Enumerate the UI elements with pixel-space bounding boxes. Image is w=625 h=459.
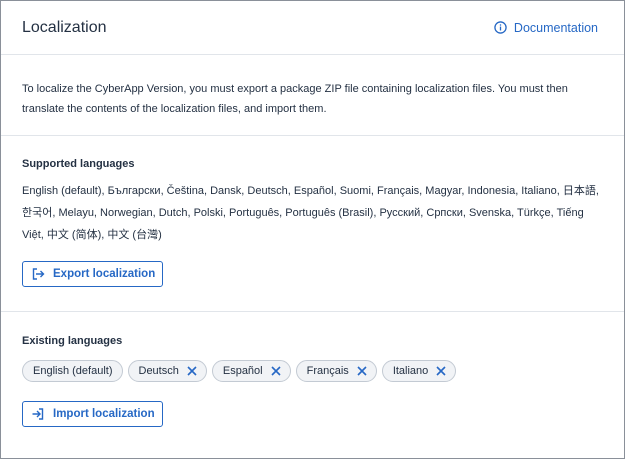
chip-label: Italiano — [392, 365, 429, 377]
page-title: Localization — [22, 18, 107, 36]
chip-label: Español — [222, 365, 263, 377]
chip-label: Deutsch — [138, 365, 179, 377]
existing-languages-title: Existing languages — [22, 335, 123, 347]
documentation-link[interactable]: Documentation — [494, 21, 598, 35]
language-chip-espanol: Español — [211, 360, 291, 382]
info-circle-icon — [494, 21, 507, 34]
card-header: Localization Documentation — [1, 1, 624, 55]
intro-text: To localize the CyberApp Version, you mu… — [22, 83, 568, 115]
documentation-label: Documentation — [513, 20, 598, 35]
language-chip-italiano: Italiano — [381, 360, 457, 382]
close-icon[interactable] — [271, 366, 281, 376]
language-chip-english: English (default) — [22, 360, 123, 382]
existing-languages-section: Existing languages English (default) Deu… — [1, 312, 624, 427]
chip-label: English (default) — [33, 365, 113, 377]
close-icon[interactable] — [187, 366, 197, 376]
language-chip-deutsch: Deutsch — [127, 360, 207, 382]
language-chip-francais: Français — [295, 360, 377, 382]
intro-section: To localize the CyberApp Version, you mu… — [1, 55, 624, 136]
supported-languages-title: Supported languages — [22, 158, 135, 170]
export-icon — [32, 268, 45, 280]
import-localization-button[interactable]: Import localization — [22, 401, 163, 427]
export-localization-button[interactable]: Export localization — [22, 261, 164, 287]
export-localization-label: Export localization — [53, 268, 156, 280]
import-icon — [32, 408, 44, 420]
supported-languages-list: English (default), Български, Čeština, D… — [22, 185, 599, 241]
existing-languages-chips: English (default) Deutsch Español França… — [22, 360, 603, 382]
localization-card: Localization Documentation To localize t… — [0, 0, 625, 459]
import-localization-label: Import localization — [53, 408, 155, 420]
close-icon[interactable] — [436, 366, 446, 376]
chip-label: Français — [306, 365, 349, 377]
close-icon[interactable] — [357, 366, 367, 376]
supported-languages-section: Supported languages English (default), Б… — [1, 136, 624, 312]
